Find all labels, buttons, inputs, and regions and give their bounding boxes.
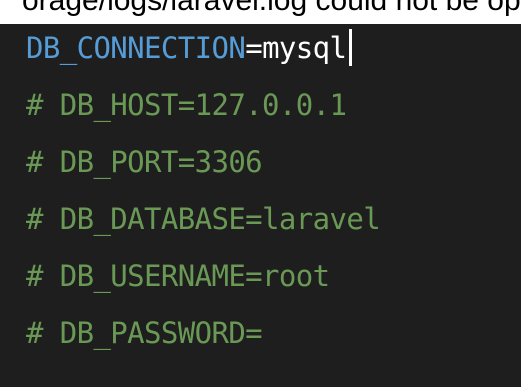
cropped-page-text: orage/logs/laravel.log could not be open…: [22, 0, 521, 17]
code-line-db-connection[interactable]: DB_CONNECTION=mysql: [26, 24, 353, 72]
page-fragment-strip: orage/logs/laravel.log could not be open…: [0, 0, 521, 24]
env-code-editor[interactable]: DB_CONNECTION=mysql # DB_HOST=127.0.0.1 …: [0, 24, 521, 387]
comment-line-db-port[interactable]: # DB_PORT=3306: [26, 138, 263, 186]
cropped-screenshot: orage/logs/laravel.log could not be open…: [0, 0, 521, 387]
env-value: mysql: [262, 31, 347, 65]
text-cursor: [349, 29, 353, 66]
env-operator: =: [245, 31, 263, 65]
comment-line-db-username[interactable]: # DB_USERNAME=root: [26, 252, 330, 300]
env-key: DB_CONNECTION: [26, 31, 246, 65]
comment-line-db-password[interactable]: # DB_PASSWORD=: [26, 309, 263, 357]
comment-line-db-database[interactable]: # DB_DATABASE=laravel: [26, 195, 381, 243]
comment-line-db-host[interactable]: # DB_HOST=127.0.0.1: [26, 81, 347, 129]
